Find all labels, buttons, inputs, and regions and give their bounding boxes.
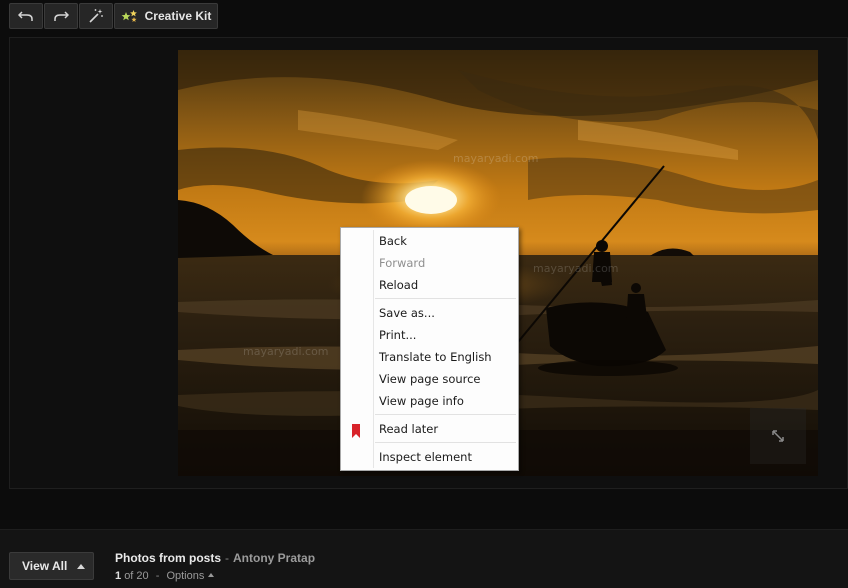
watermark: mayaryadi.com bbox=[243, 345, 329, 358]
menu-item-read-later[interactable]: Read later bbox=[379, 419, 438, 439]
menu-item-inspect[interactable]: Inspect element bbox=[379, 447, 472, 467]
editor-toolbar: Creative Kit bbox=[0, 0, 848, 34]
options-label: Options bbox=[166, 570, 205, 582]
options-menu[interactable]: Options bbox=[166, 570, 215, 582]
separator: - bbox=[225, 551, 230, 565]
author-link[interactable]: Antony Pratap bbox=[233, 551, 315, 565]
menu-separator bbox=[375, 414, 516, 415]
separator: - bbox=[155, 570, 160, 582]
watermark: mayaryadi.com bbox=[533, 262, 619, 275]
menu-item-print[interactable]: Print... bbox=[379, 325, 416, 345]
photo-position: 1 bbox=[115, 570, 122, 582]
album-bar: View All Photos from posts - Antony Pratap… bbox=[0, 530, 848, 588]
view-all-button[interactable]: View All bbox=[9, 552, 94, 580]
menu-item-back[interactable]: Back bbox=[379, 231, 407, 251]
stars-icon bbox=[121, 10, 137, 22]
context-menu: Back Forward Reload Save as... Print... … bbox=[340, 227, 519, 471]
redo-button[interactable] bbox=[44, 3, 78, 29]
menu-item-view-source[interactable]: View page source bbox=[379, 369, 481, 389]
auto-fix-button[interactable] bbox=[79, 3, 113, 29]
view-all-label: View All bbox=[22, 559, 68, 573]
photo-total: of 20 bbox=[124, 570, 149, 582]
expand-arrows-icon bbox=[772, 430, 784, 442]
caret-up-icon bbox=[208, 573, 215, 577]
caret-up-icon bbox=[77, 564, 85, 569]
redo-icon bbox=[54, 11, 69, 21]
album-info: Photos from posts - Antony Pratap 1 of 20 … bbox=[115, 551, 315, 582]
undo-icon bbox=[18, 11, 33, 21]
menu-separator bbox=[375, 442, 516, 443]
menu-separator bbox=[375, 298, 516, 299]
menu-item-page-info[interactable]: View page info bbox=[379, 391, 464, 411]
album-title[interactable]: Photos from posts bbox=[115, 551, 221, 565]
menu-item-save-as[interactable]: Save as... bbox=[379, 303, 435, 323]
menu-item-translate[interactable]: Translate to English bbox=[379, 347, 492, 367]
undo-button[interactable] bbox=[9, 3, 43, 29]
creative-kit-button[interactable]: Creative Kit bbox=[114, 3, 218, 29]
magic-wand-icon bbox=[89, 9, 103, 23]
menu-item-forward: Forward bbox=[379, 256, 426, 270]
watermark: mayaryadi.com bbox=[453, 152, 539, 165]
creative-kit-label: Creative Kit bbox=[144, 9, 212, 23]
fullscreen-button[interactable] bbox=[750, 408, 806, 464]
bookmark-icon bbox=[352, 424, 360, 438]
menu-item-reload[interactable]: Reload bbox=[379, 275, 418, 295]
